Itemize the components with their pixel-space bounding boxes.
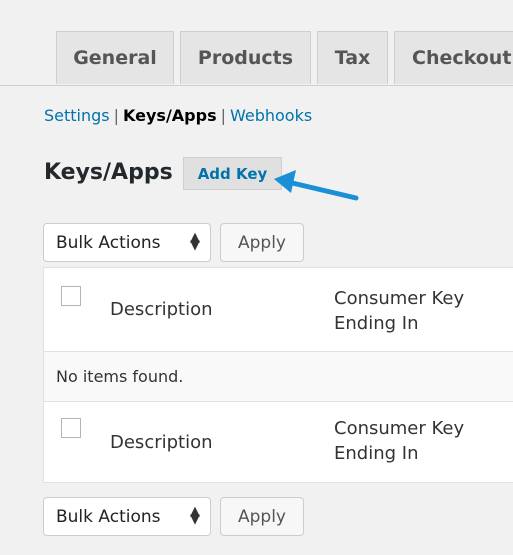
tab-products[interactable]: Products [180, 31, 311, 84]
table-footer-row: Description Consumer Key Ending In [44, 402, 513, 482]
tab-general[interactable]: General [56, 31, 174, 84]
bulk-actions-label: Bulk Actions [56, 506, 161, 527]
column-consumer-key-line1: Consumer Key [334, 288, 465, 309]
tab-checkout[interactable]: Checkout [394, 31, 513, 84]
select-arrows-icon: ▲ ▼ [190, 230, 200, 253]
apply-button-bottom[interactable]: Apply [220, 497, 304, 536]
bulk-actions-select-top[interactable]: Bulk Actions ▲ ▼ [43, 223, 211, 262]
column-consumer-key-line2: Ending In [334, 443, 419, 464]
bulk-actions-select-bottom[interactable]: Bulk Actions ▲ ▼ [43, 497, 211, 536]
subnav-separator: | [113, 106, 120, 125]
apply-button-top[interactable]: Apply [220, 223, 304, 262]
subnav-keys-apps-current: Keys/Apps [123, 106, 217, 125]
table-empty-row: No items found. [44, 352, 513, 402]
subnav-webhooks-link[interactable]: Webhooks [230, 106, 312, 125]
subnav: Settings | Keys/Apps | Webhooks [44, 106, 312, 125]
subnav-separator: | [220, 106, 226, 125]
tab-tax[interactable]: Tax [317, 31, 388, 84]
select-all-checkbox[interactable] [61, 286, 81, 306]
select-all-checkbox-footer[interactable] [61, 418, 81, 438]
column-consumer-key[interactable]: Consumer Key Ending In [334, 286, 494, 336]
select-arrows-icon: ▲ ▼ [190, 504, 200, 527]
column-description-footer[interactable]: Description [110, 432, 213, 453]
settings-tabs: General Products Tax Checkout [0, 31, 513, 86]
column-consumer-key-line1: Consumer Key [334, 418, 465, 439]
column-consumer-key-footer[interactable]: Consumer Key Ending In [334, 416, 494, 466]
column-description[interactable]: Description [110, 299, 213, 320]
empty-message: No items found. [56, 367, 184, 386]
bulk-actions-label: Bulk Actions [56, 232, 161, 253]
add-key-button[interactable]: Add Key [183, 157, 282, 190]
column-consumer-key-line2: Ending In [334, 313, 419, 334]
table-header-row: Description Consumer Key Ending In [44, 268, 513, 352]
page-title: Keys/Apps [44, 160, 173, 185]
subnav-settings-link[interactable]: Settings [44, 106, 110, 125]
pointer-arrow-icon [274, 170, 359, 201]
keys-table: Description Consumer Key Ending In No ite… [43, 267, 513, 483]
